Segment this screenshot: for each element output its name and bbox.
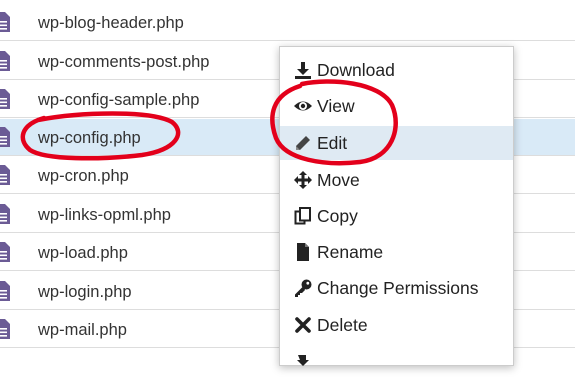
file-text-icon — [0, 165, 10, 185]
file-text-icon — [0, 242, 10, 262]
menu-item-label: Copy — [317, 206, 358, 226]
file-row[interactable]: wp-blog-header.php — [0, 4, 575, 41]
file-text-icon — [0, 89, 10, 109]
file-icon — [297, 243, 309, 261]
file-name: wp-comments-post.php — [38, 53, 210, 71]
menu-item-label: Edit — [317, 133, 348, 153]
menu-item-view[interactable]: View — [280, 89, 513, 123]
extract-icon — [297, 355, 309, 366]
file-name: wp-load.php — [38, 244, 128, 262]
copy-icon — [294, 207, 311, 225]
menu-item-label: Move — [317, 170, 360, 190]
file-text-icon — [0, 51, 10, 71]
menu-item-change-permissions[interactable]: Change Permissions — [280, 271, 513, 305]
menu-item-partial[interactable] — [280, 344, 513, 378]
menu-item-download[interactable]: Download — [280, 53, 513, 87]
close-icon — [295, 317, 311, 333]
menu-item-move[interactable]: Move — [280, 163, 513, 197]
menu-item-edit[interactable]: Edit — [280, 126, 513, 160]
menu-item-label: Download — [317, 60, 395, 80]
menu-item-delete[interactable]: Delete — [280, 308, 513, 342]
menu-item-label: Delete — [317, 315, 368, 335]
key-icon — [295, 279, 312, 297]
pencil-icon — [296, 136, 310, 150]
file-text-icon — [0, 204, 10, 224]
eye-icon — [294, 101, 312, 111]
file-name: wp-mail.php — [38, 321, 127, 339]
file-name: wp-cron.php — [38, 167, 129, 185]
file-text-icon — [0, 281, 10, 301]
file-text-icon — [0, 319, 10, 339]
menu-item-copy[interactable]: Copy — [280, 199, 513, 233]
file-name: wp-links-opml.php — [38, 206, 171, 224]
file-name: wp-config.php — [38, 129, 141, 147]
file-text-icon — [0, 127, 10, 147]
menu-item-rename[interactable]: Rename — [280, 235, 513, 269]
file-name: wp-config-sample.php — [38, 91, 200, 109]
menu-item-label: Change Permissions — [317, 278, 479, 298]
menu-item-label: Rename — [317, 242, 384, 262]
context-menu: Download View Edit Move Copy Rename Chan… — [279, 46, 514, 366]
file-name: wp-login.php — [38, 283, 132, 301]
move-arrows-icon — [294, 171, 312, 189]
menu-item-label: View — [317, 96, 355, 116]
file-text-icon — [0, 12, 10, 32]
download-icon — [295, 62, 311, 79]
file-name: wp-blog-header.php — [38, 14, 184, 32]
